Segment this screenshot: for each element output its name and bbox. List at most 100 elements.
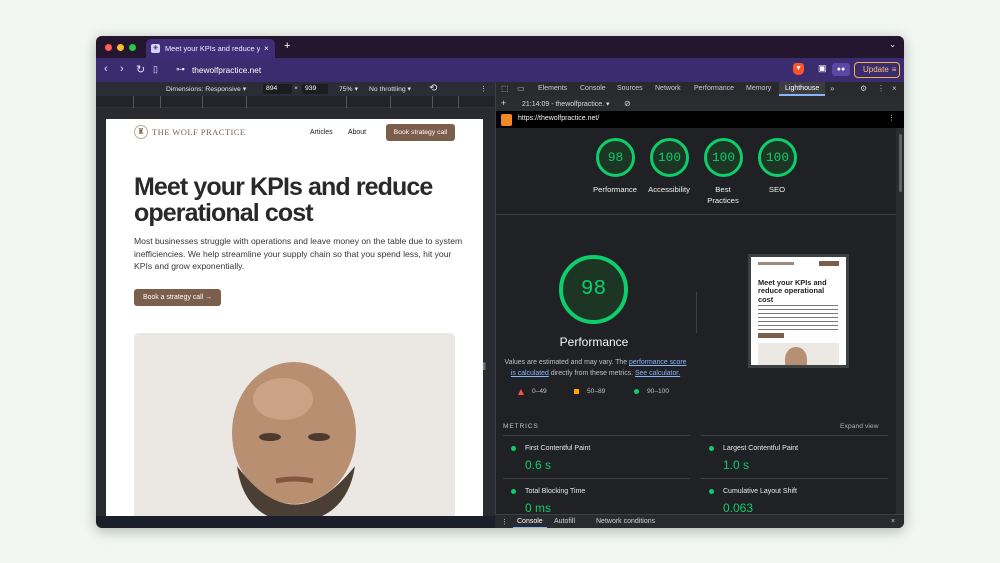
update-label: Update <box>863 65 889 74</box>
pass-circle-icon <box>709 446 714 451</box>
report-menu-icon[interactable]: ⋮ <box>888 114 895 122</box>
metrics-row-divider <box>503 478 690 479</box>
browser-window: ◈ Meet your KPIs and reduce y × + ⌄ ‹ › … <box>96 36 904 528</box>
tab-memory[interactable]: Memory <box>746 85 771 92</box>
drawer-tab-console[interactable]: Console <box>513 515 547 528</box>
metric-name: First Contentful Paint <box>525 445 591 452</box>
sidebar-toggle-icon[interactable]: ▣ <box>818 63 827 74</box>
viewport-resize-handle-icon[interactable]: ‖ <box>482 362 486 373</box>
tab-network[interactable]: Network <box>655 85 681 92</box>
media-query-ruler <box>96 96 496 108</box>
inspect-element-icon[interactable]: ⬚ <box>501 84 509 93</box>
height-input[interactable]: 939 <box>302 84 328 94</box>
zoom-dropdown[interactable]: 75% ▾ <box>339 85 358 93</box>
performance-gauge[interactable]: 98 <box>596 138 635 177</box>
webpage[interactable]: ♜ THE WOLF PRACTICE Articles About Book … <box>106 119 483 516</box>
reload-icon[interactable]: ↻ <box>136 63 145 76</box>
book-strategy-call-button[interactable]: Book strategy call <box>386 124 455 141</box>
ruler-tick <box>160 96 161 108</box>
report-selector[interactable]: 21:14:09 - thewolfpractice. ▾ <box>522 100 610 108</box>
close-tab-icon[interactable]: × <box>264 44 269 53</box>
throttling-dropdown[interactable]: No throttling ▾ <box>369 85 411 93</box>
back-arrow-icon[interactable]: ‹ <box>104 63 108 75</box>
hero-cta-button[interactable]: Book a strategy call → <box>134 289 221 306</box>
founder-photo <box>134 333 455 516</box>
drawer-tab-autofill[interactable]: Autofill <box>554 518 575 525</box>
maximize-window-button[interactable] <box>129 44 136 51</box>
site-settings-icon[interactable]: ⊶ <box>176 64 185 75</box>
zoom-label: 75% <box>339 86 353 93</box>
legend-fail: 0–49 <box>518 388 547 395</box>
tab-search-chevron-icon[interactable]: ⌄ <box>889 40 896 49</box>
times-symbol: × <box>294 85 298 92</box>
brave-shields-icon[interactable]: ▼ <box>793 63 804 75</box>
metric-value: 0.063 <box>723 501 754 515</box>
address-bar-url[interactable]: thewolfpractice.net <box>192 65 261 75</box>
browser-tab[interactable]: ◈ Meet your KPIs and reduce y × <box>146 39 275 58</box>
tab-sources[interactable]: Sources <box>617 85 643 92</box>
tab-elements[interactable]: Elements <box>538 85 567 92</box>
devtools-panel: ⬚ ▭ Elements Console Sources Network Per… <box>495 82 904 528</box>
portrait-illustration <box>134 333 455 516</box>
score-divider <box>696 292 697 333</box>
seo-gauge[interactable]: 100 <box>758 138 797 177</box>
best-practices-gauge[interactable]: 100 <box>704 138 743 177</box>
calculator-link[interactable]: See calculator. <box>635 370 680 377</box>
new-tab-plus-icon[interactable]: + <box>284 40 290 52</box>
legend-average-range: 50–89 <box>587 388 606 395</box>
clear-reports-icon[interactable]: ⊘ <box>624 99 631 108</box>
site-favicon-icon: ◈ <box>151 44 160 53</box>
extension-icon[interactable]: ●● <box>832 63 850 76</box>
device-toolbar: Dimensions: Responsive ▾ 894 × 939 75% ▾… <box>96 82 496 96</box>
accessibility-label: Accessibility <box>648 185 690 194</box>
tab-lighthouse[interactable]: Lighthouse <box>779 82 826 96</box>
close-window-button[interactable] <box>105 44 112 51</box>
minimize-window-button[interactable] <box>117 44 124 51</box>
metrics-heading: METRICS <box>503 423 539 430</box>
hero-subtext: Most businesses struggle with operations… <box>134 236 463 272</box>
performance-label: Performance <box>592 185 637 194</box>
thumb-cta <box>819 261 839 266</box>
ruler-tick <box>390 96 391 108</box>
metrics-divider-left <box>503 435 690 436</box>
bookmark-icon[interactable]: ▯ <box>153 64 158 75</box>
accessibility-gauge[interactable]: 100 <box>650 138 689 177</box>
brand-logo[interactable]: ♜ THE WOLF PRACTICE <box>134 125 246 139</box>
devtools-tab-strip: ⬚ ▭ Elements Console Sources Network Per… <box>496 82 904 96</box>
devtools-menu-icon[interactable]: ⋮ <box>877 84 885 93</box>
close-devtools-icon[interactable]: × <box>892 84 897 93</box>
tab-console[interactable]: Console <box>580 85 606 92</box>
drawer-menu-icon[interactable]: ⋮ <box>501 518 508 526</box>
device-toggle-icon[interactable]: ▭ <box>517 84 525 93</box>
width-input[interactable]: 894 <box>263 84 292 94</box>
forward-arrow-icon[interactable]: › <box>120 63 124 75</box>
tab-performance[interactable]: Performance <box>694 85 734 92</box>
ruler-tick <box>432 96 433 108</box>
lighthouse-toolbar: + 21:14:09 - thewolfpractice. ▾ ⊘ <box>496 96 904 111</box>
nav-about-link[interactable]: About <box>348 129 366 136</box>
values-prefix: Values are estimated and may vary. The <box>504 359 630 366</box>
legend-pass-range: 90–100 <box>647 388 670 395</box>
brand-name: THE WOLF PRACTICE <box>152 127 246 137</box>
settings-gear-icon[interactable]: ⚙ <box>860 84 867 93</box>
report-url[interactable]: https://thewolfpractice.net/ <box>518 115 599 122</box>
hero-headline: Meet your KPIs and reduce operational co… <box>134 173 433 227</box>
legend-pass: 90–100 <box>634 388 669 395</box>
more-tabs-chevron-icon[interactable]: » <box>830 84 834 93</box>
rotate-icon[interactable]: ⟲ <box>429 83 437 94</box>
update-button[interactable]: Update ≡ <box>854 62 900 78</box>
report-scroll-thumb[interactable] <box>899 134 902 192</box>
devtools-drawer: ⋮ Console Autofill Network conditions × <box>495 514 904 528</box>
lighthouse-logo-icon <box>501 114 512 126</box>
nav-articles-link[interactable]: Articles <box>310 129 333 136</box>
metrics-row-divider <box>701 478 888 479</box>
new-report-plus-icon[interactable]: + <box>501 98 506 108</box>
dimensions-dropdown[interactable]: Dimensions: Responsive ▾ <box>166 85 246 93</box>
ruler-tick <box>346 96 347 108</box>
device-options-icon[interactable]: ⋮ <box>480 85 487 93</box>
page-screenshot-thumbnail[interactable]: Meet your KPIs and reduce operational co… <box>748 254 849 368</box>
ruler-tick <box>458 96 459 108</box>
drawer-tab-network-conditions[interactable]: Network conditions <box>596 518 655 525</box>
expand-view-toggle[interactable]: Expand view <box>840 423 879 430</box>
close-drawer-icon[interactable]: × <box>891 518 895 525</box>
